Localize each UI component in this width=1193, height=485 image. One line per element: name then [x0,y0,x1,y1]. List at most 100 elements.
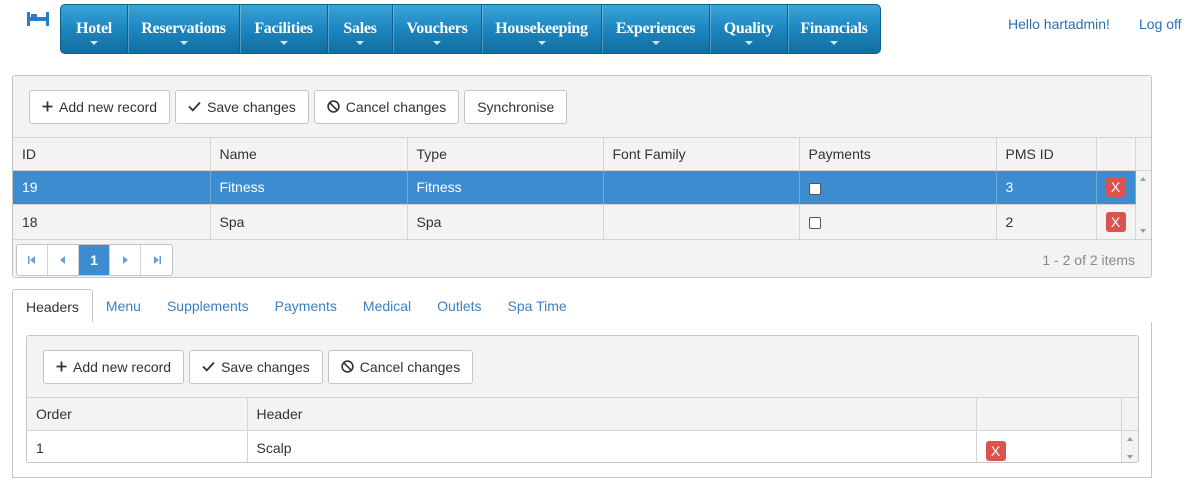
cell-type[interactable]: Spa [407,204,604,240]
table-row[interactable]: 18 Spa Spa 2 X [13,204,1151,240]
nav-label: Experiences [615,20,696,37]
cell-pms-id[interactable]: 2 [996,204,1097,240]
nav-experiences[interactable]: Experiences [602,5,710,53]
pager-info: 1 - 2 of 2 items [1042,251,1135,268]
add-record-button[interactable]: Add new record [43,349,185,384]
save-changes-button[interactable]: Save changes [175,89,309,124]
table-header-row: Order Header [27,398,1138,431]
chevron-down-icon [179,41,188,45]
page-number-button[interactable]: 1 [79,244,110,275]
nav-reservations[interactable]: Reservations [128,5,240,53]
nav-hotel[interactable]: Hotel [61,5,128,53]
tab-payments[interactable]: Payments [262,289,350,323]
plus-icon [56,361,67,372]
chevron-down-icon [830,41,838,45]
first-page-button[interactable] [17,244,48,275]
table-row[interactable]: 19 Fitness Fitness 3 X [13,170,1151,240]
cell-font-family[interactable] [603,204,800,240]
synchronise-button[interactable]: Synchronise [464,89,568,124]
payments-checkbox[interactable] [808,182,821,195]
button-label: Add new record [73,358,172,375]
cell-name[interactable]: Spa [210,204,408,240]
check-icon [202,361,215,372]
tab-medical[interactable]: Medical [350,289,424,323]
cell-header[interactable]: Scalp [247,430,977,462]
tab-spa-time[interactable]: Spa Time [495,289,580,323]
delete-row-button[interactable]: X [1105,211,1126,232]
tab-headers[interactable]: Headers [12,289,93,324]
delete-row-button[interactable]: X [1105,177,1126,198]
user-greeting-link[interactable]: Hello hartadmin! [1008,16,1110,32]
hotel-bed-icon[interactable] [25,10,51,28]
detail-tabs: Headers Menu Supplements Payments Medica… [12,289,1152,324]
table-row[interactable]: 1 Scalp X [27,430,1138,462]
cell-name[interactable]: Fitness [210,170,408,205]
previous-page-button[interactable] [48,244,79,275]
column-header-id[interactable]: ID [13,138,211,171]
pager-buttons: 1 [16,243,173,276]
vertical-scrollbar[interactable] [1121,430,1138,462]
column-header-actions [1096,138,1136,171]
add-record-button[interactable]: Add new record [29,89,171,124]
column-header-header[interactable]: Header [247,398,977,431]
nav-quality[interactable]: Quality [710,5,788,53]
cell-order[interactable]: 1 [27,430,248,462]
nav-housekeeping[interactable]: Housekeeping [482,5,602,53]
nav-financials[interactable]: Financials [788,5,880,53]
nav-label: Financials [800,20,868,37]
cell-font-family[interactable] [603,170,800,205]
logoff-link[interactable]: Log off [1139,16,1182,32]
nav-label: Reservations [141,20,226,37]
cell-pms-id[interactable]: 3 [996,170,1097,205]
cancel-changes-button[interactable]: Cancel changes [313,89,460,124]
save-changes-button[interactable]: Save changes [189,349,323,384]
table-header-row: ID Name Type Font Family Payments PMS ID [13,138,1151,171]
chevron-down-icon [90,41,98,45]
scroll-up-icon[interactable] [1126,436,1133,441]
nav-sales[interactable]: Sales [328,5,393,53]
cell-payments[interactable] [799,204,997,240]
column-header-order[interactable]: Order [27,398,248,431]
nav-label: Facilities [254,20,313,37]
button-label: Save changes [207,98,296,115]
column-header-name[interactable]: Name [210,138,408,171]
chevron-down-icon [433,41,441,45]
button-label: Add new record [59,98,158,115]
last-page-button[interactable] [141,245,172,275]
main-navigation: Hotel Reservations Facilities Sales Vouc… [60,4,881,54]
chevron-down-icon [356,41,364,45]
cell-payments[interactable] [799,170,997,205]
column-header-type[interactable]: Type [407,138,604,171]
button-label: Save changes [221,358,310,375]
column-header-pms-id[interactable]: PMS ID [996,138,1097,171]
chevron-down-icon [744,41,753,45]
scroll-down-icon[interactable] [1126,454,1133,459]
next-page-button[interactable] [110,244,141,275]
button-label: Cancel changes [345,98,447,115]
nav-vouchers[interactable]: Vouchers [393,5,482,53]
scrollbar-header [1121,398,1138,431]
chevron-down-icon [279,41,288,45]
grid-pager: 1 1 - 2 of 2 items [13,239,1151,277]
delete-row-button[interactable]: X [985,440,1006,461]
scroll-down-icon[interactable] [1140,228,1147,233]
tab-outlets[interactable]: Outlets [424,289,494,323]
payments-checkbox[interactable] [808,217,821,230]
column-header-font-family[interactable]: Font Family [603,138,800,171]
column-header-payments[interactable]: Payments [799,138,997,171]
vertical-scrollbar[interactable] [1135,170,1151,240]
headers-grid: Add new record Save changes Cancel chang… [26,335,1139,463]
scroll-up-icon[interactable] [1140,176,1147,181]
cell-id[interactable]: 19 [13,170,211,205]
nav-label: Quality [723,20,774,37]
cell-type[interactable]: Fitness [407,170,604,205]
cancel-changes-button[interactable]: Cancel changes [327,349,474,384]
grid-toolbar: Add new record Save changes Cancel chang… [27,336,1138,398]
tab-menu[interactable]: Menu [93,289,154,323]
chevron-down-icon [651,41,660,45]
tab-supplements[interactable]: Supplements [154,289,262,323]
nav-facilities[interactable]: Facilities [240,5,328,53]
grid-toolbar: Add new record Save changes Cancel chang… [13,76,1151,138]
cell-id[interactable]: 18 [13,204,211,240]
nav-label: Vouchers [406,20,468,37]
